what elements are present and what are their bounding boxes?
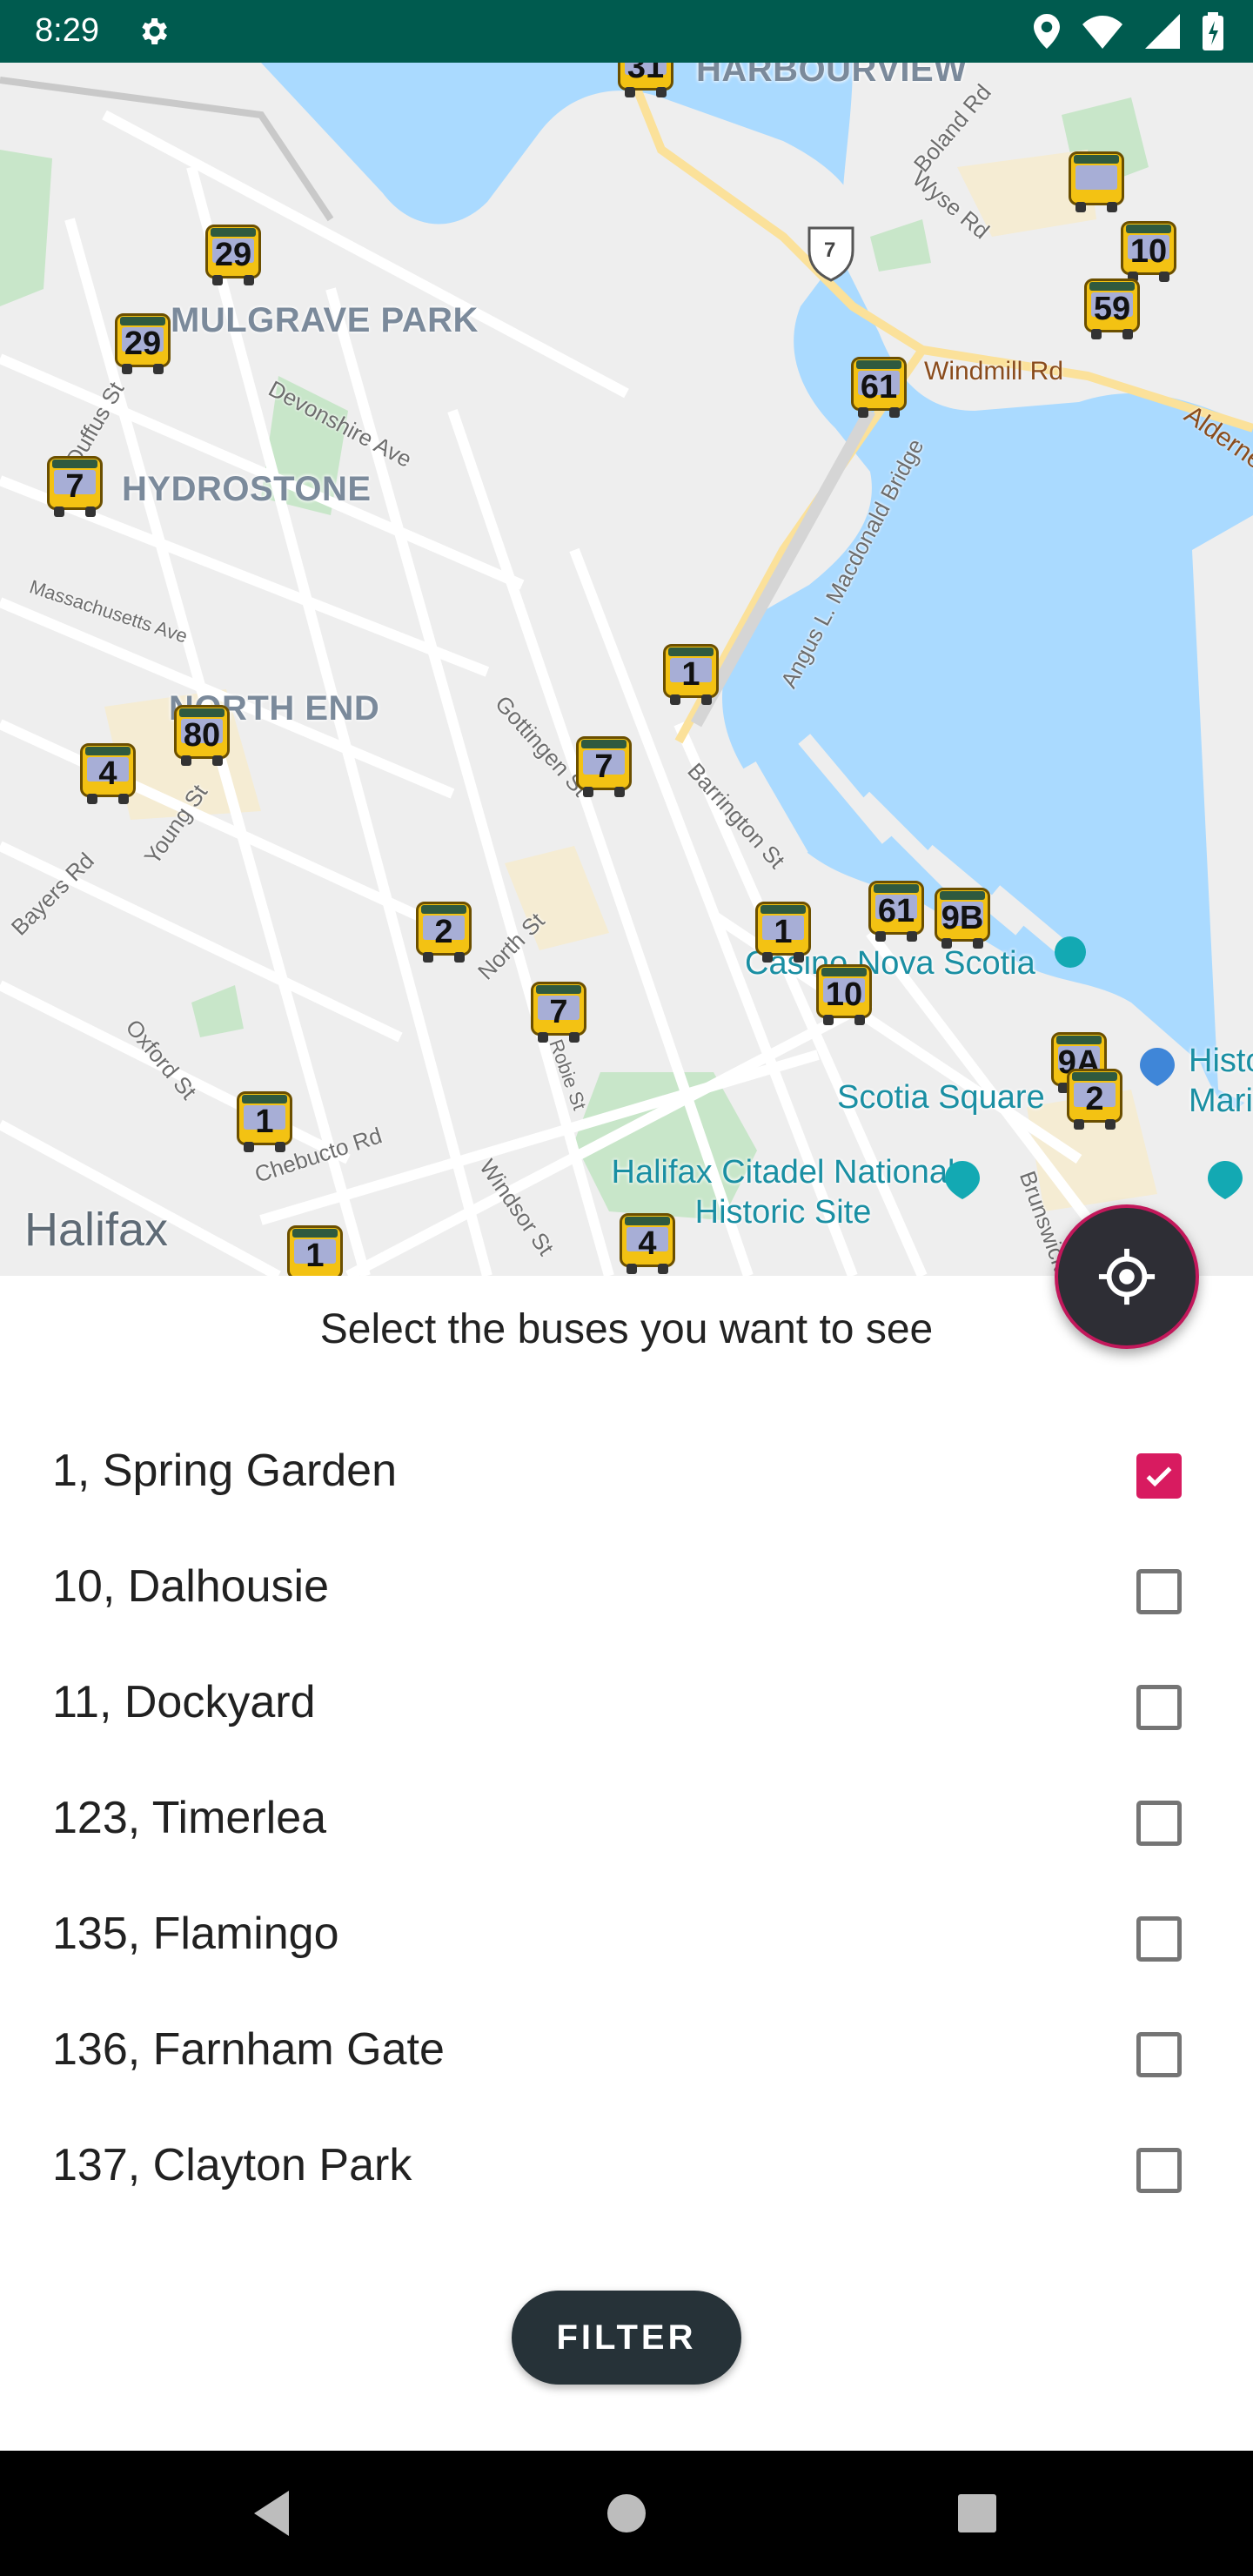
route-row[interactable]: 123, Timerlea [0, 1769, 1253, 1885]
bus-route-number: 1 [305, 1238, 325, 1274]
museum-pin-icon[interactable] [1208, 1161, 1243, 1199]
bus-marker[interactable]: 4 [75, 738, 141, 808]
bus-marker[interactable]: 10 [811, 959, 877, 1029]
route-row[interactable]: 137, Clayton Park [0, 2116, 1253, 2232]
bus-marker[interactable]: 59 [1079, 273, 1145, 343]
bus-route-number: 4 [98, 755, 117, 792]
bus-route-number: 29 [214, 237, 252, 273]
bus-marker[interactable]: 2 [411, 896, 477, 966]
bus-route-number: 10 [1129, 233, 1168, 270]
bus-route-number: 80 [183, 717, 221, 754]
bus-route-number: 31 [626, 63, 665, 85]
bus-route-number: 7 [65, 468, 84, 505]
route-row[interactable]: 10, Dalhousie [0, 1538, 1253, 1654]
bus-route-number: 1 [681, 656, 700, 693]
crosshair-icon [1098, 1248, 1156, 1305]
map-road-label: Windmill Rd [924, 357, 1064, 386]
route-checkbox[interactable] [1136, 1801, 1182, 1846]
map-area-label: HYDROSTONE [122, 470, 372, 508]
map-area-label: HARBOURVIEW [696, 63, 968, 89]
route-row[interactable]: 136, Farnham Gate [0, 2001, 1253, 2116]
highway-7-label: 7 [824, 238, 836, 262]
location-icon [1034, 14, 1060, 49]
bus-marker[interactable]: 61 [846, 352, 912, 421]
bus-marker[interactable]: 61 [863, 875, 929, 945]
route-label: 136, Farnham Gate [52, 2024, 445, 2075]
bus-marker[interactable]: 1 [658, 639, 724, 708]
bus-marker[interactable]: 31 [613, 63, 679, 101]
route-label: 10, Dalhousie [52, 1561, 329, 1612]
route-row[interactable]: 1, Spring Garden [0, 1422, 1253, 1538]
bus-route-number: 7 [549, 994, 568, 1030]
bus-marker[interactable]: 80 [169, 700, 235, 769]
bus-route-number: 4 [638, 1225, 657, 1262]
bus-route-number: 1 [255, 1104, 274, 1140]
bus-route-number: 10 [825, 976, 863, 1013]
bus-marker[interactable]: 1 [282, 1220, 348, 1276]
route-checkbox[interactable] [1136, 1453, 1182, 1499]
bus-marker[interactable]: 1 [750, 896, 816, 966]
bus-route-number: 7 [594, 748, 613, 785]
route-checkbox[interactable] [1136, 2148, 1182, 2193]
home-icon[interactable] [604, 2487, 649, 2539]
route-row[interactable]: 135, Flamingo [0, 1885, 1253, 2001]
status-bar: 8:29 [0, 0, 1253, 63]
bus-route-number: 29 [124, 325, 162, 362]
map-poi-label[interactable]: Scotia Square [837, 1079, 1045, 1117]
bus-marker[interactable]: 7 [42, 451, 108, 520]
route-checkbox[interactable] [1136, 1685, 1182, 1730]
route-checkbox[interactable] [1136, 1916, 1182, 1962]
checkmark-icon [1146, 1466, 1172, 1487]
bus-marker[interactable]: 4 [614, 1208, 680, 1276]
map-city-label: Halifax [24, 1204, 169, 1256]
map-poi-label[interactable]: Historic Maritime [1189, 1041, 1253, 1121]
recents-icon[interactable] [955, 2487, 999, 2539]
bus-route-number: 61 [877, 893, 915, 929]
route-checkbox[interactable] [1136, 2032, 1182, 2077]
back-icon[interactable] [247, 2487, 296, 2539]
gear-icon [142, 18, 167, 44]
bus-marker[interactable] [1063, 146, 1129, 216]
signal-icon [1145, 14, 1180, 49]
battery-icon [1203, 12, 1223, 50]
route-label: 11, Dockyard [52, 1677, 316, 1727]
route-list: 1, Spring Garden 10, Dalhousie 11, Docky… [0, 1422, 1253, 2232]
bus-marker[interactable]: 2 [1062, 1063, 1128, 1133]
bus-marker[interactable]: 29 [110, 308, 176, 378]
bus-marker[interactable]: 7 [571, 731, 637, 801]
route-label: 135, Flamingo [52, 1909, 339, 1959]
route-checkbox[interactable] [1136, 1569, 1182, 1614]
status-time: 8:29 [35, 12, 99, 49]
route-label: 137, Clayton Park [52, 2140, 412, 2190]
map-area-label: MULGRAVE PARK [171, 301, 479, 339]
bus-route-number: 9B [941, 900, 984, 936]
navigation-bar [0, 2451, 1253, 2576]
route-label: 123, Timerlea [52, 1793, 327, 1843]
bus-route-number: 2 [434, 914, 453, 950]
bus-route-number: 59 [1093, 291, 1131, 327]
bus-marker[interactable]: 29 [200, 219, 266, 289]
bus-route-number: 2 [1085, 1081, 1104, 1117]
bus-route-number: 1 [774, 914, 793, 950]
route-row[interactable]: 11, Dockyard [0, 1654, 1253, 1769]
sheet-title: Select the buses you want to see [319, 1306, 934, 1352]
casino-pin-icon[interactable] [1053, 935, 1088, 969]
route-label: 1, Spring Garden [52, 1446, 398, 1496]
citadel-pin-icon[interactable] [945, 1161, 980, 1199]
bus-marker[interactable]: 7 [526, 976, 592, 1046]
bus-marker[interactable]: 1 [231, 1086, 298, 1156]
filter-button[interactable]: FILTER [512, 2291, 741, 2385]
bus-marker[interactable]: 9B [929, 882, 995, 952]
map-view[interactable]: HARBOURVIEW MULGRAVE PARK HYDROSTONE NOR… [0, 63, 1253, 1276]
bus-route-number: 61 [860, 369, 898, 406]
museum-pin-icon[interactable] [1140, 1048, 1175, 1086]
wifi-icon [1082, 16, 1122, 49]
